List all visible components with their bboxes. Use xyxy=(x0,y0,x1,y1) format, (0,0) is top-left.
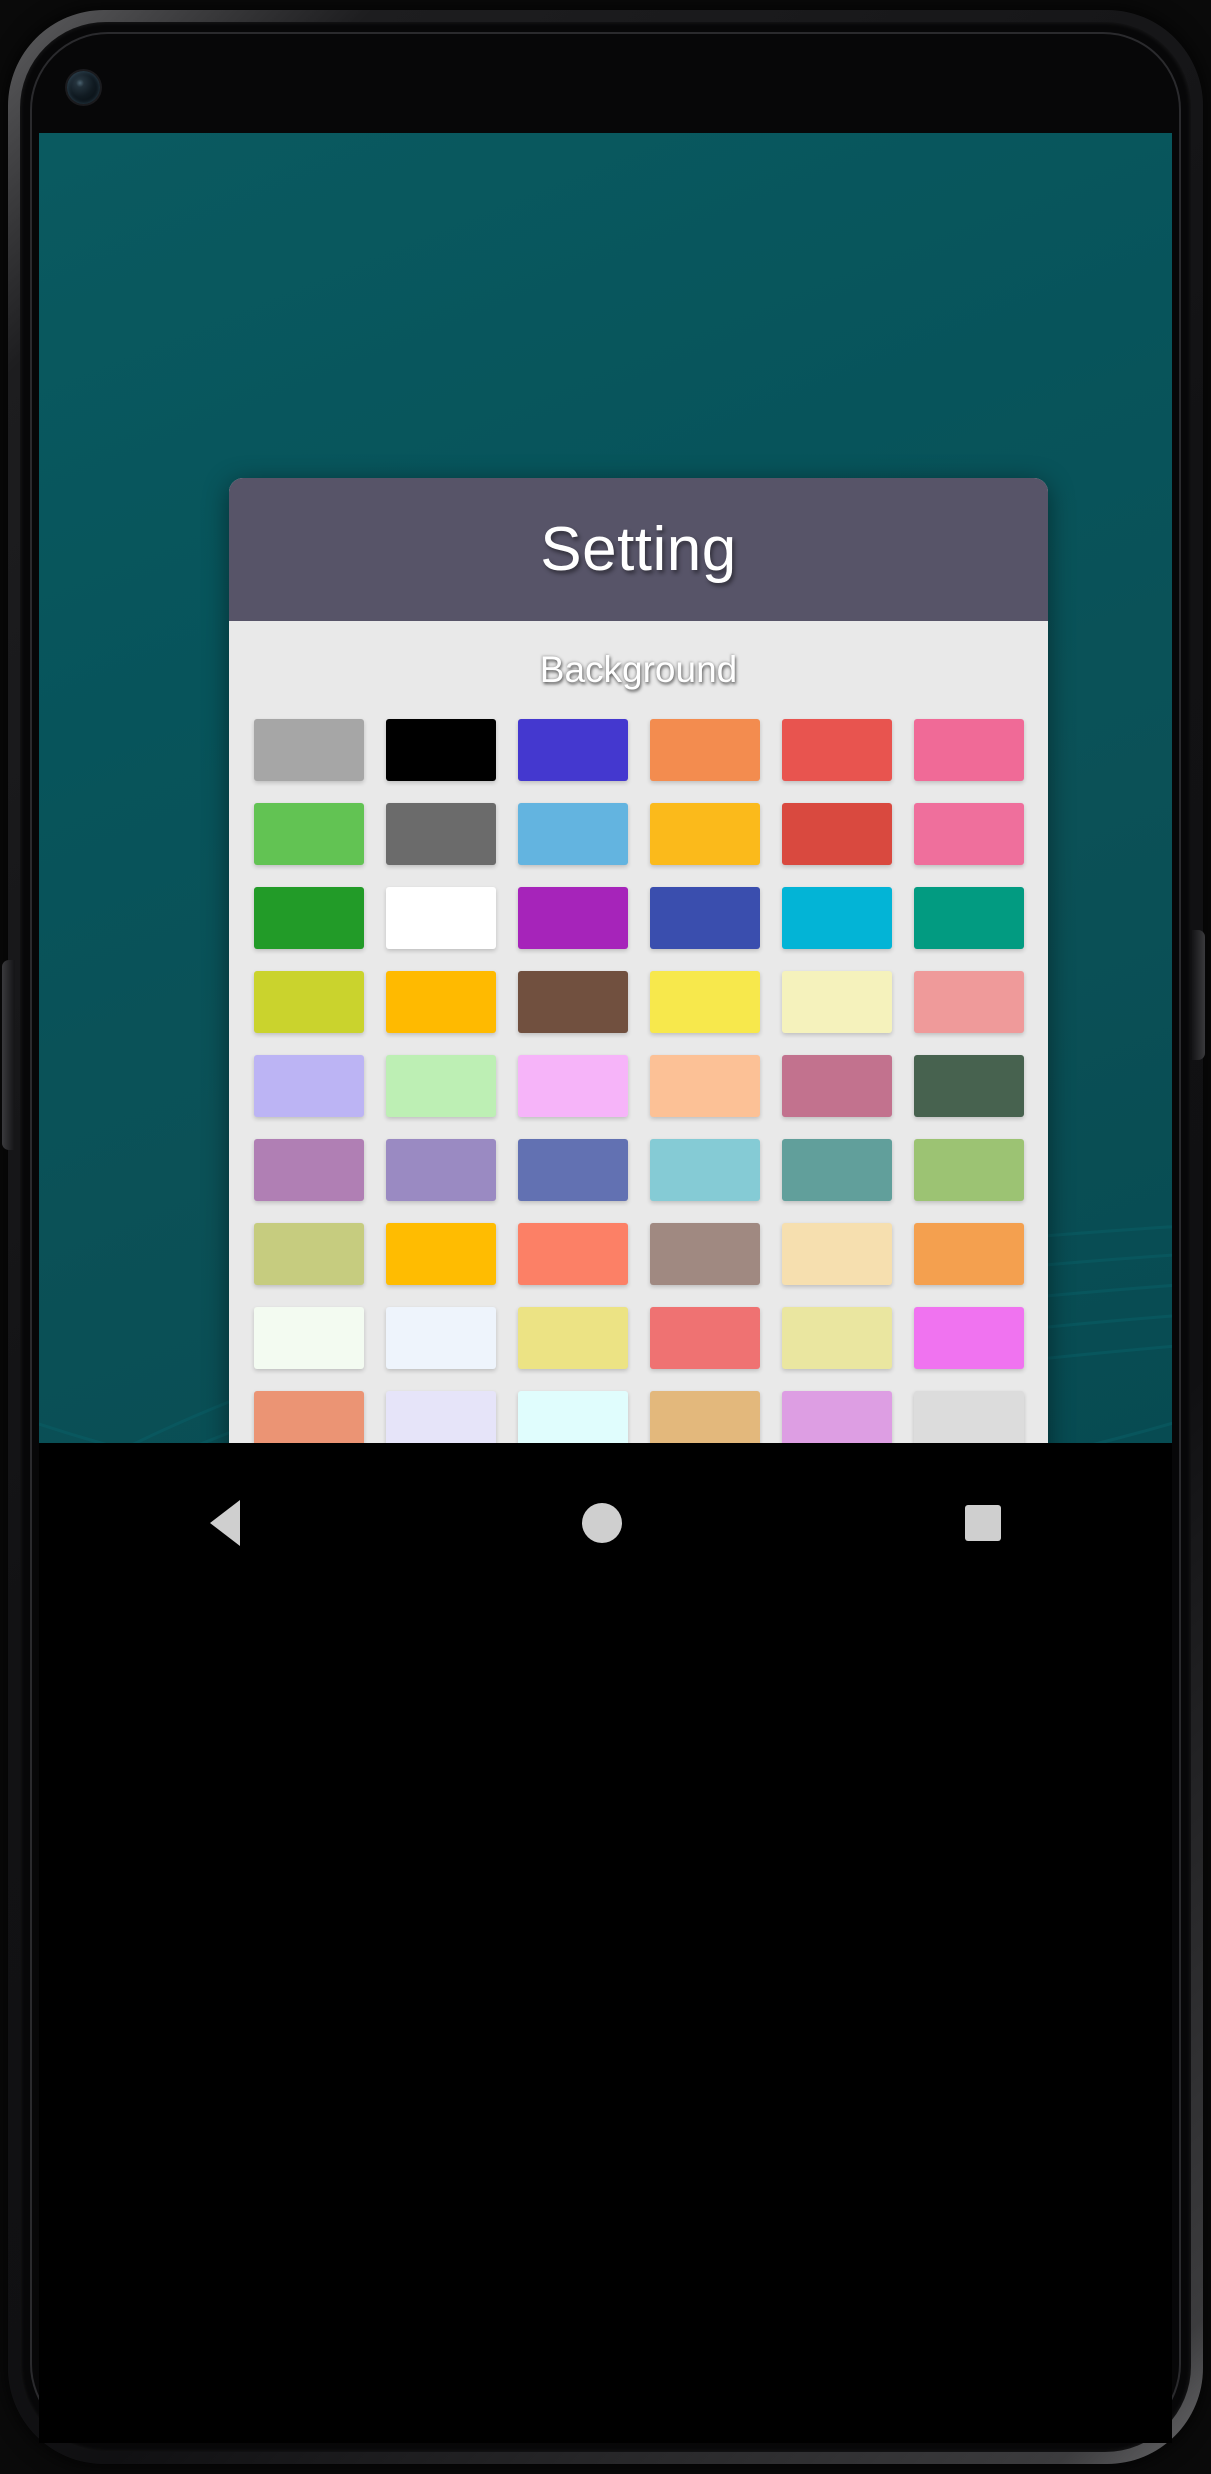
background-color-swatch[interactable] xyxy=(253,1055,364,1117)
background-color-swatch[interactable] xyxy=(649,1307,760,1369)
volume-button[interactable] xyxy=(2,960,15,1150)
background-color-swatch[interactable] xyxy=(781,1055,892,1117)
background-color-swatch[interactable] xyxy=(781,887,892,949)
background-color-swatch[interactable] xyxy=(781,803,892,865)
background-color-swatch[interactable] xyxy=(385,887,496,949)
background-color-swatch[interactable] xyxy=(385,1139,496,1201)
recents-square-icon[interactable] xyxy=(964,1505,1001,1541)
background-color-swatch[interactable] xyxy=(253,719,364,781)
background-color-swatch[interactable] xyxy=(913,887,1024,949)
app-screen: Setting Background Sound Sound In Game O… xyxy=(39,133,1172,1443)
background-color-swatch[interactable] xyxy=(649,1391,760,1443)
background-color-swatch[interactable] xyxy=(649,803,760,865)
background-color-swatch[interactable] xyxy=(385,1307,496,1369)
background-color-swatch[interactable] xyxy=(253,1391,364,1443)
dialog-title: Setting xyxy=(540,515,737,584)
background-color-swatch[interactable] xyxy=(913,719,1024,781)
background-color-swatch[interactable] xyxy=(649,1055,760,1117)
background-color-swatch[interactable] xyxy=(649,1139,760,1201)
background-color-swatch[interactable] xyxy=(385,803,496,865)
setting-dialog: Setting Background Sound Sound In Game O… xyxy=(229,478,1048,1443)
background-color-swatch[interactable] xyxy=(517,1307,628,1369)
background-color-swatch[interactable] xyxy=(649,887,760,949)
background-color-swatch[interactable] xyxy=(781,971,892,1033)
background-color-swatch[interactable] xyxy=(385,1391,496,1443)
android-navigation-bar xyxy=(39,1443,1172,1603)
background-color-swatch[interactable] xyxy=(385,971,496,1033)
background-color-swatch[interactable] xyxy=(517,1391,628,1443)
background-color-swatch[interactable] xyxy=(913,1055,1024,1117)
background-color-swatch[interactable] xyxy=(649,971,760,1033)
background-color-swatch[interactable] xyxy=(913,1307,1024,1369)
background-color-swatch[interactable] xyxy=(913,1391,1024,1443)
back-triangle-icon[interactable] xyxy=(210,1500,241,1546)
background-color-swatch[interactable] xyxy=(913,971,1024,1033)
background-color-swatch[interactable] xyxy=(253,1307,364,1369)
background-color-swatch[interactable] xyxy=(781,1139,892,1201)
background-color-swatch[interactable] xyxy=(517,803,628,865)
power-button[interactable] xyxy=(1192,930,1205,1060)
background-color-swatch[interactable] xyxy=(781,719,892,781)
background-color-swatch[interactable] xyxy=(517,1055,628,1117)
background-section-label: Background xyxy=(539,649,738,690)
background-color-swatch[interactable] xyxy=(517,971,628,1033)
background-color-swatch[interactable] xyxy=(913,1223,1024,1285)
background-color-swatch[interactable] xyxy=(385,719,496,781)
background-color-swatch[interactable] xyxy=(253,971,364,1033)
background-color-swatch[interactable] xyxy=(385,1223,496,1285)
background-color-swatch[interactable] xyxy=(517,1139,628,1201)
background-color-swatch[interactable] xyxy=(253,887,364,949)
background-color-swatch[interactable] xyxy=(517,1223,628,1285)
background-color-swatch[interactable] xyxy=(913,1139,1024,1201)
front-camera-icon xyxy=(67,71,100,104)
background-section: Background xyxy=(229,621,1048,1443)
background-color-swatch[interactable] xyxy=(781,1391,892,1443)
background-color-swatch[interactable] xyxy=(649,1223,760,1285)
home-circle-icon[interactable] xyxy=(582,1503,623,1543)
background-color-swatch[interactable] xyxy=(385,1055,496,1117)
background-color-grid[interactable] xyxy=(229,719,1048,1443)
screen-lower-filler xyxy=(39,1603,1172,2443)
phone-device-frame: Setting Background Sound Sound In Game O… xyxy=(0,0,1211,2474)
background-color-swatch[interactable] xyxy=(253,1223,364,1285)
background-color-swatch[interactable] xyxy=(913,803,1024,865)
background-color-swatch[interactable] xyxy=(517,719,628,781)
dialog-header: Setting xyxy=(229,478,1048,621)
background-color-swatch[interactable] xyxy=(649,719,760,781)
background-color-swatch[interactable] xyxy=(253,1139,364,1201)
background-color-swatch[interactable] xyxy=(781,1307,892,1369)
background-color-swatch[interactable] xyxy=(253,803,364,865)
background-color-swatch[interactable] xyxy=(517,887,628,949)
background-color-swatch[interactable] xyxy=(781,1223,892,1285)
